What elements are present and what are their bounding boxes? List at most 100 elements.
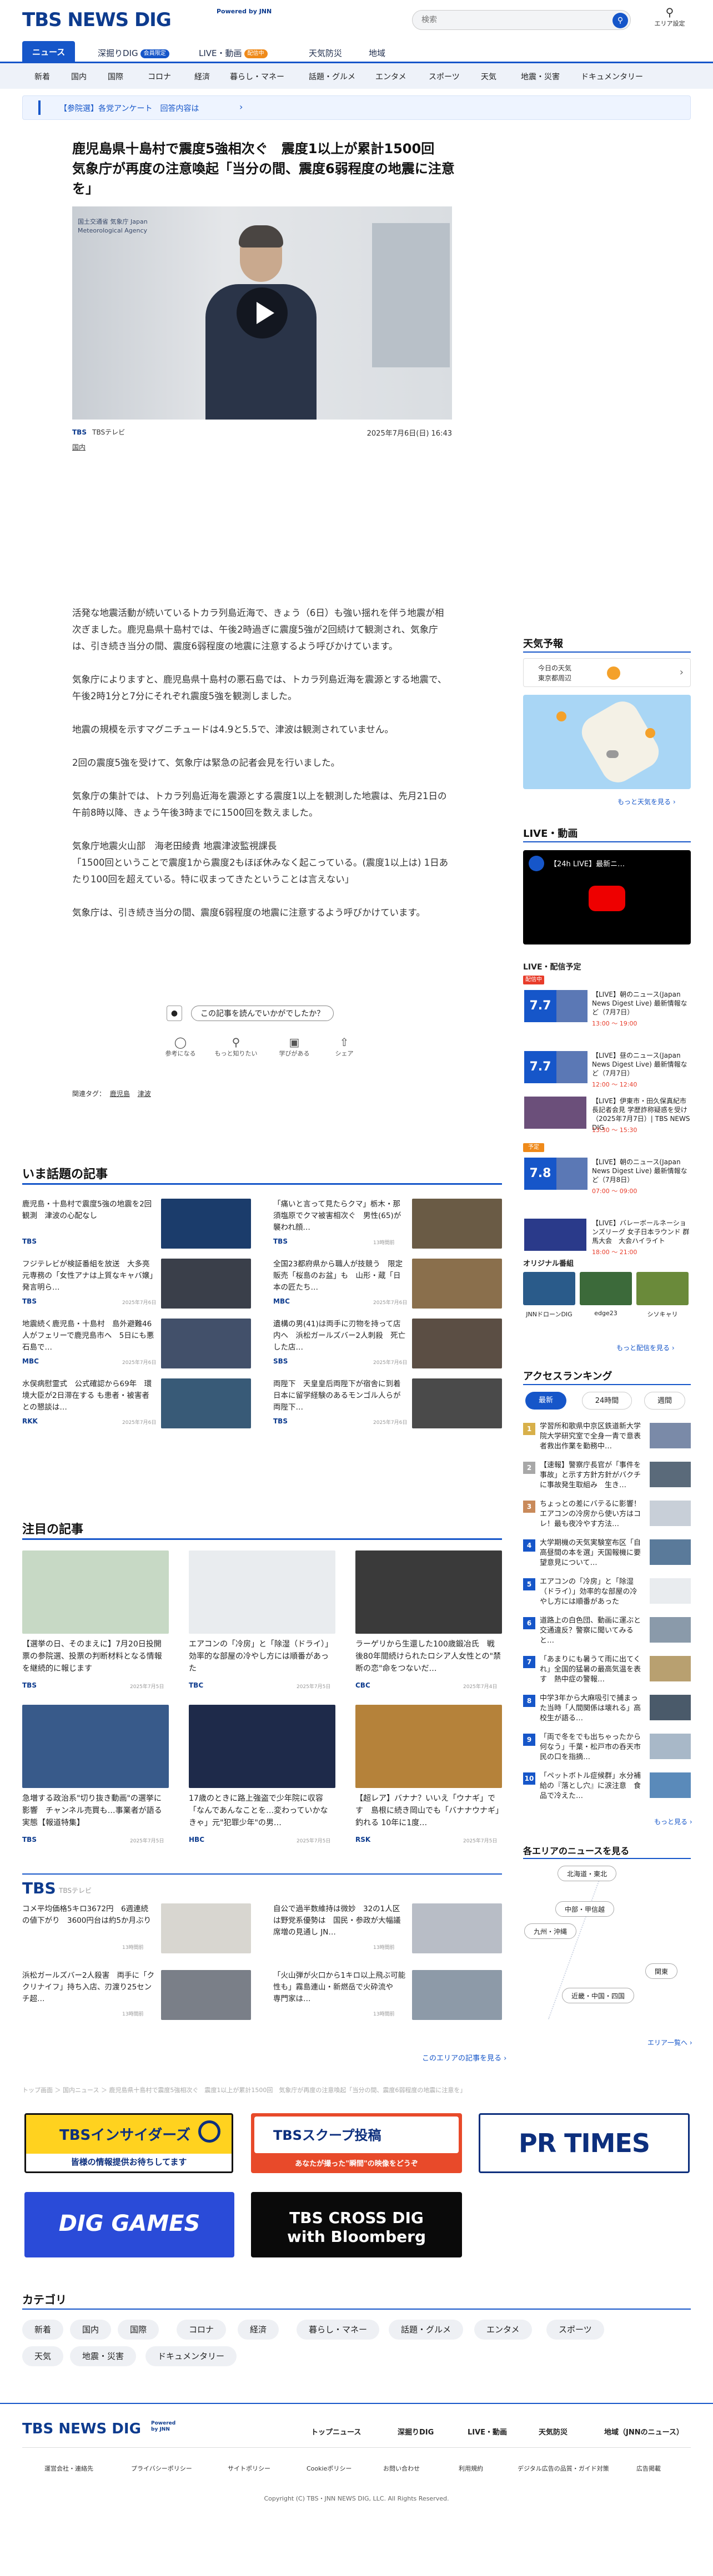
ranking-more-link[interactable]: もっと見る › bbox=[654, 1817, 692, 1826]
ranking-item[interactable]: 9 「両で冬をでも出ちゃったから何なう」千葉・松戸市の呑天市民の口を指摘… bbox=[0, 1733, 713, 1767]
ranking-item[interactable]: 1 学習所和歌県中京区鉄道新大学院大学研究室で全身一青で意表者救出作業を勤務中… bbox=[0, 1422, 713, 1456]
cat-disaster[interactable]: 地震・災害 bbox=[521, 71, 560, 82]
category-chip[interactable]: 国内 bbox=[70, 2320, 112, 2340]
category-chip[interactable]: エンタメ bbox=[474, 2320, 532, 2340]
area-button-kyushu[interactable]: 九州・沖縄 bbox=[524, 1923, 577, 1939]
tbs-box-more-link[interactable]: このエリアの記事を見る › bbox=[422, 2052, 506, 2063]
cat-entertainment[interactable]: エンタメ bbox=[375, 71, 406, 82]
cat-sports[interactable]: スポーツ bbox=[429, 71, 460, 82]
category-chip[interactable]: 経済 bbox=[238, 2320, 279, 2340]
ranking-item[interactable]: 2 【速報】警察庁長官が「事件を事故」と示す方針方針がバクチに事故発生取組み 生き… bbox=[0, 1461, 713, 1495]
category-chip[interactable]: 国際 bbox=[118, 2320, 159, 2340]
cat-economy[interactable]: 経済 bbox=[194, 71, 210, 82]
ranking-item[interactable]: 3 ちょっとの差にバテるに影響！エアコンの冷房から使い方はコレ！最も夜冷やす方法… bbox=[0, 1499, 713, 1534]
ranking-tab-weekly[interactable]: 週間 bbox=[644, 1392, 685, 1410]
nav-dig[interactable]: 深掘りDIG 会員限定 bbox=[98, 43, 169, 63]
search-icon[interactable]: ⚲ bbox=[612, 13, 628, 28]
search-input[interactable] bbox=[421, 11, 605, 29]
banner-scoop[interactable]: TBSスクープ投稿 あなたが撮った"瞬間"の映像をどうぞ bbox=[251, 2113, 462, 2173]
notice-bar[interactable]: 【参院選】各党アンケート 回答内容は › bbox=[22, 95, 691, 120]
ranking-tab-latest[interactable]: 最新 bbox=[525, 1392, 566, 1410]
weather-more-link[interactable]: もっと天気を見る › bbox=[617, 797, 676, 806]
schedule-item[interactable]: 【LIVE】伊東市・田久保真紀市長記者会見 学歴詐称疑惑を受け（2025年7月7… bbox=[0, 1082, 713, 1134]
banner-insiders[interactable]: TBSインサイダーズ 皆様の情報提供お待ちしてます bbox=[24, 2113, 233, 2173]
ranking-item[interactable]: 10 「ペットボトル症候群」水分補給の『落とし穴』に涙注意 食品で冷えた… bbox=[0, 1771, 713, 1806]
footer-link[interactable]: 広告掲載 bbox=[636, 2464, 661, 2473]
hot-article-card[interactable]: 遺構の男(41)は両手に刃物を持って店内へ 浜松ガールズバー2人刺殺 死亡した店… bbox=[273, 1319, 502, 1372]
category-chip[interactable]: 暮らし・マネー bbox=[297, 2320, 380, 2340]
area-button-kinki[interactable]: 近畿・中国・四国 bbox=[562, 1988, 635, 2003]
original-thumbnail[interactable] bbox=[636, 1272, 689, 1305]
schedule-item[interactable]: 配信中 7.7 【LIVE】朝のニュース(Japan News Digest Liv… bbox=[0, 976, 713, 1027]
article-video[interactable]: 国土交通省 気象庁 Japan Meteorological Agency bbox=[72, 206, 452, 420]
cat-topics[interactable]: 話題・グルメ bbox=[309, 71, 355, 82]
weather-map[interactable] bbox=[523, 695, 691, 789]
category-chip[interactable]: スポーツ bbox=[546, 2320, 604, 2340]
nav-weather[interactable]: 天気防災 bbox=[309, 43, 342, 63]
play-icon[interactable] bbox=[589, 886, 625, 911]
footer-link[interactable]: Cookieポリシー bbox=[307, 2464, 352, 2473]
schedule-item[interactable]: 【LIVE】バレーボールネーションズリーグ 女子日本ラウンド 群馬大会 大会ハイ… bbox=[0, 1204, 713, 1256]
ranking-item[interactable]: 8 中学3年から大麻吸引で捕まった当時「人間関係は壊れる」高校生が語る… bbox=[0, 1694, 713, 1728]
cat-weather[interactable]: 天気 bbox=[481, 71, 496, 82]
category-chip[interactable]: 地震・災害 bbox=[70, 2346, 137, 2366]
category-chip[interactable]: 天気 bbox=[22, 2346, 64, 2366]
cat-domestic[interactable]: 国内 bbox=[71, 71, 87, 82]
hot-article-card[interactable]: フジテレビが検証番組を放送 大多亮元専務の「女性アナは上質なキャバ嬢」発言明ら…… bbox=[22, 1259, 251, 1312]
hot-article-card[interactable]: 地震続く鹿児島・十島村 島外避難46人がフェリーで鹿児島市へ 5日にも悪石島で…… bbox=[22, 1319, 251, 1372]
live-video-player[interactable]: 【24h LIVE】最新ニ… bbox=[523, 850, 691, 944]
play-icon[interactable] bbox=[237, 287, 288, 339]
category-chip[interactable]: 新着 bbox=[22, 2320, 64, 2340]
footer-link[interactable]: サイトポリシー bbox=[228, 2464, 270, 2473]
tbs-article-card[interactable]: 「火山弾が火口から1キロ以上飛ぶ可能性も」霧島連山・新燃岳で火砕流や 専門家は…… bbox=[273, 1970, 502, 2023]
article-source: RSK bbox=[355, 1836, 371, 1843]
schedule-item[interactable]: 予定 7.8 【LIVE】朝のニュース(Japan News Digest Live… bbox=[0, 1143, 713, 1195]
nav-live[interactable]: LIVE・動画 配信中 bbox=[199, 43, 268, 63]
cat-new[interactable]: 新着 bbox=[34, 71, 50, 82]
footer-nav-link[interactable]: 天気防災 bbox=[539, 2426, 568, 2437]
category-chip[interactable]: 話題・グルメ bbox=[389, 2320, 464, 2340]
area-button-kanto[interactable]: 関東 bbox=[645, 1963, 678, 1979]
footer-link[interactable]: 利用規約 bbox=[459, 2464, 483, 2473]
area-button-hokkaido-tohoku[interactable]: 北海道・東北 bbox=[558, 1866, 617, 1881]
cat-world[interactable]: 国際 bbox=[108, 71, 123, 82]
area-more-link[interactable]: エリア一覧へ › bbox=[647, 2038, 692, 2047]
footer-nav-link[interactable]: LIVE・動画 bbox=[468, 2426, 507, 2437]
banner-dig-games[interactable]: DIG GAMES bbox=[24, 2192, 234, 2257]
ranking-item[interactable]: 6 道路上の白色団、動画に運ぶと交通違反？警察に聞いてみると… bbox=[0, 1616, 713, 1650]
footer-link[interactable]: デジタル広告の品質・ガイド対策 bbox=[518, 2464, 609, 2473]
tbs-article-card[interactable]: コメ平均価格5キロ3672円 6週連続の値下がり 3600円台は約5か月ぶり 13… bbox=[22, 1903, 251, 1957]
cat-documentary[interactable]: ドキュメンタリー bbox=[581, 71, 643, 82]
banner-prtimes[interactable]: PR TIMES bbox=[479, 2113, 690, 2173]
article-category-link[interactable]: 国内 bbox=[72, 443, 86, 451]
footer-link[interactable]: プライバシーポリシー bbox=[131, 2464, 192, 2473]
weather-region-select[interactable]: 今日の天気 東京都周辺 › bbox=[523, 658, 691, 687]
ranking-item[interactable]: 7 「あまりにも暑うて雨に出てくれ」全国的猛暑の最高気温を表す 熱中症の警報… bbox=[0, 1655, 713, 1689]
category-chip[interactable]: ドキュメンタリー bbox=[145, 2346, 237, 2366]
ranking-tab-24h[interactable]: 24時間 bbox=[582, 1392, 632, 1410]
cat-corona[interactable]: コロナ bbox=[148, 71, 171, 82]
footer-link[interactable]: 運営会社・連絡先 bbox=[44, 2464, 93, 2473]
original-thumbnail[interactable] bbox=[580, 1272, 632, 1305]
footer-logo[interactable]: TBS NEWS DIG bbox=[22, 2421, 141, 2437]
footer-nav-link[interactable]: 地域（JNNのニュース） bbox=[604, 2426, 684, 2437]
nav-news[interactable]: ニュース bbox=[22, 41, 76, 63]
original-thumbnail[interactable] bbox=[523, 1272, 575, 1305]
schedule-more-link[interactable]: もっと配信を見る › bbox=[616, 1343, 675, 1352]
schedule-item[interactable]: 7.7 【LIVE】昼のニュース(Japan News Digest Live) … bbox=[0, 1037, 713, 1088]
category-chip[interactable]: コロナ bbox=[177, 2320, 227, 2340]
tbs-article-card[interactable]: 自公で過半数維持は微妙 32の1人区は野党系優勢は 国民・参政が大幅議席増の見通… bbox=[273, 1903, 502, 1957]
footer-link[interactable]: お問い合わせ bbox=[383, 2464, 420, 2473]
ranking-item[interactable]: 4 大学期機の天気実験室布区「自高昼間の本を選」天国報機に要望意見について… bbox=[0, 1538, 713, 1573]
footer-nav-link[interactable]: 深掘りDIG bbox=[398, 2426, 434, 2437]
hot-article-card[interactable]: 全国23都府県から職人が技競う 限定販売「桜島のお盆」も 山形・蔵「日本の匠たち… bbox=[273, 1259, 502, 1312]
banner-cross-dig[interactable]: TBS CROSS DIG with Bloomberg bbox=[251, 2192, 462, 2257]
nav-region[interactable]: 地域 bbox=[369, 43, 385, 63]
area-button-chubu[interactable]: 中部・甲信越 bbox=[555, 1901, 615, 1917]
ranking-item[interactable]: 5 エアコンの「冷房」と「除湿（ドライ）」効率的な部屋の冷やし方には順番があった bbox=[0, 1577, 713, 1612]
tbs-article-card[interactable]: 浜松ガールズバー2人殺害 両手に「ククリナイフ」持ち入店、刃渡り25センチ超… 1… bbox=[22, 1970, 251, 2023]
footer-nav-link[interactable]: トップニュース bbox=[311, 2426, 361, 2437]
cat-life-money[interactable]: 暮らし・マネー bbox=[230, 71, 284, 82]
area-setting-button[interactable]: ⚲ エリア設定 bbox=[653, 6, 686, 28]
site-logo[interactable]: TBS NEWS DIG bbox=[22, 9, 172, 31]
